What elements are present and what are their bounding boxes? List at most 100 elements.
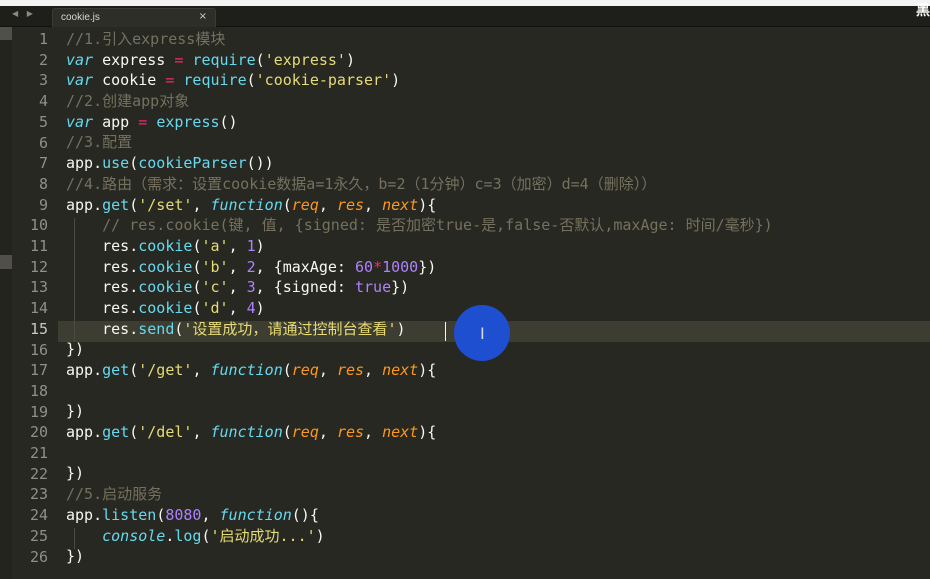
- code-token: (){: [291, 505, 319, 524]
- code-line[interactable]: }): [66, 463, 930, 484]
- code-token: 60: [355, 257, 374, 276]
- code-token: app: [93, 112, 139, 131]
- line-number: 4: [38, 92, 48, 111]
- code-token: ,: [318, 423, 337, 442]
- tab-nav-arrows-icon[interactable]: ◀ ▶: [12, 9, 36, 18]
- code-token: (: [129, 195, 139, 214]
- text-caret: [445, 322, 446, 341]
- code-line[interactable]: var cookie = require('cookie-parser'): [66, 70, 930, 91]
- line-number: 23: [29, 485, 48, 504]
- code-token: function: [219, 505, 292, 524]
- code-line[interactable]: console.log('启动成功...'): [66, 526, 930, 547]
- code-token: app.: [66, 154, 103, 173]
- code-line[interactable]: }): [66, 401, 930, 422]
- code-line[interactable]: app.get('/set', function(req, res, next)…: [66, 195, 930, 216]
- code-token: }): [391, 278, 410, 297]
- code-token: }): [66, 402, 85, 421]
- line-number: 24: [29, 506, 48, 525]
- code-token: cookie: [138, 298, 193, 317]
- code-token: '/get': [138, 361, 193, 379]
- code-token: 1000: [382, 257, 419, 276]
- code-line[interactable]: //4.路由（需求：设置cookie数据a=1永久，b=2（1分钟）c=3（加密…: [66, 174, 930, 195]
- code-token: //1.引入express模块: [66, 30, 226, 48]
- line-number: 17: [29, 361, 48, 380]
- code-line[interactable]: app.use(cookieParser()): [66, 153, 930, 174]
- code-token: cookie: [138, 257, 193, 276]
- code-token: //5.启动服务: [66, 485, 163, 504]
- code-line[interactable]: //5.启动服务: [66, 484, 930, 505]
- code-token: req: [291, 195, 319, 214]
- line-number: 25: [29, 526, 48, 545]
- code-token: 1: [246, 236, 256, 255]
- code-line[interactable]: var express = require('express'): [66, 50, 930, 71]
- code-token: ): [315, 526, 325, 545]
- code-line[interactable]: res.cookie('b', 2, {maxAge: 60*1000}): [66, 257, 930, 278]
- code-token: express: [156, 112, 220, 131]
- code-token: //3.配置: [66, 133, 133, 152]
- code-token: app.: [66, 195, 103, 214]
- code-token: ,: [228, 278, 247, 297]
- code-token: 4: [246, 298, 256, 317]
- code-token: (: [129, 423, 139, 442]
- code-token: listen: [102, 505, 157, 524]
- code-line[interactable]: //3.配置: [66, 132, 930, 153]
- code-token: ,: [192, 361, 211, 379]
- code-token: ,: [228, 257, 247, 276]
- code-line[interactable]: //1.引入express模块: [66, 29, 930, 50]
- code-token: ): [391, 71, 401, 90]
- code-token: 'b': [201, 257, 229, 276]
- code-token: res.: [66, 278, 139, 297]
- code-token: true: [355, 278, 392, 297]
- code-line[interactable]: app.get('/del', function(req, res, next)…: [66, 422, 930, 443]
- code-area[interactable]: //1.引入express模块 var express = require('ex…: [66, 29, 930, 567]
- code-line[interactable]: res.cookie('a', 1): [66, 236, 930, 257]
- code-token: app.: [66, 361, 103, 379]
- code-token: res.: [66, 236, 139, 255]
- code-line[interactable]: app.listen(8080, function(){: [66, 505, 930, 526]
- line-number: 3: [38, 71, 48, 90]
- line-number: 26: [29, 547, 48, 566]
- line-number: 10: [29, 216, 48, 235]
- code-line[interactable]: var app = express(): [66, 112, 930, 133]
- code-token: ()): [246, 154, 274, 173]
- code-token: //4.路由（需求：设置cookie数据a=1永久，b=2（1分钟）c=3（加密…: [66, 174, 657, 193]
- code-line[interactable]: }): [66, 546, 930, 567]
- line-number: 15: [29, 319, 48, 338]
- close-icon[interactable]: ×: [199, 11, 207, 22]
- code-token: (: [129, 154, 139, 173]
- line-number: 20: [29, 423, 48, 442]
- code-token: req: [291, 423, 319, 442]
- tab-cookie-js[interactable]: cookie.js ×: [52, 8, 216, 27]
- code-token: ){: [418, 423, 437, 442]
- code-line[interactable]: //2.创建app对象: [66, 91, 930, 112]
- code-line[interactable]: res.cookie('c', 3, {signed: true}): [66, 277, 930, 298]
- tab-bar: ◀ ▶ cookie.js × 黑: [0, 3, 930, 27]
- line-number: 16: [29, 340, 48, 359]
- code-token: ,: [364, 361, 383, 379]
- line-number: 21: [29, 444, 48, 462]
- code-token: ,: [192, 423, 211, 442]
- line-number: 8: [38, 174, 48, 193]
- code-token: var: [66, 71, 94, 90]
- code-token: res: [336, 423, 365, 442]
- code-token: (: [156, 505, 166, 524]
- code-line[interactable]: [66, 381, 930, 402]
- code-token: require: [183, 71, 247, 90]
- code-token: ): [255, 298, 265, 317]
- editor-window: ◀ ▶ cookie.js × 黑 1 2 3 4 5 6 7 8 9 10 11 12 13 14 15 1…: [0, 0, 930, 579]
- code-line[interactable]: [66, 443, 930, 464]
- line-number: 19: [29, 402, 48, 421]
- line-number: 2: [38, 50, 48, 69]
- line-number: 5: [38, 112, 48, 131]
- line-number: 11: [29, 237, 48, 255]
- code-token: , {signed:: [255, 278, 355, 297]
- code-token: //2.创建app对象: [66, 92, 190, 111]
- line-number: 6: [38, 133, 48, 152]
- code-token: (: [201, 526, 211, 545]
- code-line[interactable]: // res.cookie(键, 值, {signed: 是否加密true-是,…: [66, 215, 930, 236]
- code-token: console: [102, 526, 166, 545]
- code-line[interactable]: app.get('/get', function(req, res, next)…: [66, 360, 930, 381]
- code-token: 'express': [264, 50, 346, 69]
